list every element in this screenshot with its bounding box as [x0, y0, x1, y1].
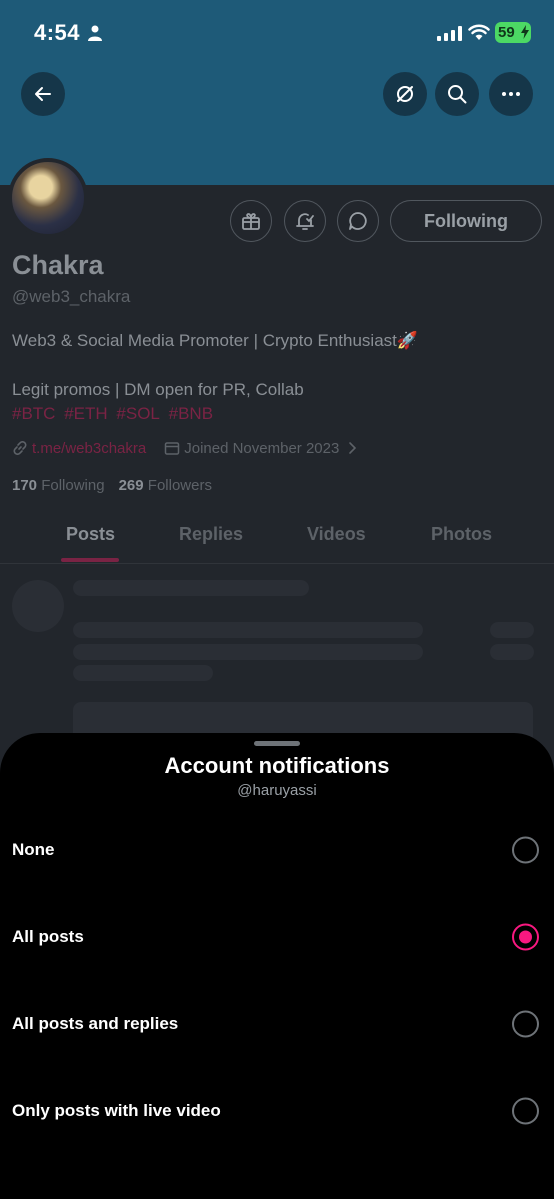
- follow-counts: 170 Following 269 Followers: [12, 477, 212, 494]
- radio-button[interactable]: [512, 836, 539, 863]
- profile-tabs: Posts Replies Videos Photos: [0, 510, 554, 564]
- option-label: All posts and replies: [12, 1013, 179, 1033]
- tab-replies[interactable]: Replies: [179, 524, 243, 545]
- notifications-button[interactable]: [284, 200, 326, 242]
- charging-bolt-icon: [521, 25, 529, 39]
- tab-photos[interactable]: Photos: [431, 524, 492, 545]
- more-button[interactable]: [489, 72, 533, 116]
- profile-meta: t.me/web3chakra Joined November 2023: [12, 438, 357, 458]
- loading-skeleton-avatar: [12, 580, 64, 632]
- hashtag-link[interactable]: #BTC: [12, 404, 55, 423]
- status-time: 4:54: [34, 20, 81, 45]
- radio-button[interactable]: [512, 1010, 539, 1037]
- message-button[interactable]: [337, 200, 379, 242]
- following-label: Following: [41, 477, 105, 494]
- back-arrow-icon: [35, 87, 51, 101]
- account-notifications-sheet: Account notifications @haruyassi None Al…: [0, 733, 554, 1199]
- followers-count: 269: [118, 477, 144, 494]
- option-all-posts[interactable]: All posts: [0, 893, 554, 980]
- active-tab-indicator: [61, 558, 119, 562]
- grok-icon: [397, 86, 413, 102]
- back-button[interactable]: [21, 72, 65, 116]
- hashtag-link[interactable]: #ETH: [64, 404, 107, 423]
- option-none[interactable]: None: [0, 806, 554, 893]
- sheet-grabber[interactable]: [254, 741, 300, 746]
- option-label: All posts: [12, 926, 84, 946]
- joined-date: Joined November 2023: [184, 439, 340, 457]
- sheet-subtitle: @haruyassi: [237, 782, 317, 799]
- gift-icon: [242, 213, 260, 230]
- option-live-video[interactable]: Only posts with live video: [0, 1067, 554, 1154]
- loading-skeleton-line: [73, 622, 423, 638]
- hashtag-link[interactable]: #SOL: [116, 404, 159, 423]
- bell-icon: [296, 213, 314, 230]
- tab-posts[interactable]: Posts: [66, 524, 115, 545]
- wifi-icon: [468, 24, 490, 40]
- loading-skeleton-line: [73, 580, 309, 596]
- option-label: Only posts with live video: [12, 1100, 221, 1120]
- profile-handle: @web3_chakra: [12, 287, 131, 306]
- profile-link[interactable]: t.me/web3chakra: [32, 440, 146, 457]
- more-icon: [502, 92, 520, 96]
- search-button[interactable]: [435, 72, 479, 116]
- followers-label: Followers: [147, 477, 212, 494]
- loading-skeleton-line: [73, 644, 423, 660]
- link-icon: [13, 441, 27, 455]
- bio-line-2: Legit promos | DM open for PR, Collab: [12, 380, 304, 399]
- sheet-title: Account notifications: [164, 753, 390, 778]
- display-name: Chakra: [12, 250, 104, 280]
- following-count-link[interactable]: 170 Following: [12, 477, 105, 494]
- message-icon: [349, 212, 367, 230]
- status-bar: 4:54 59: [0, 0, 554, 66]
- following-button[interactable]: Following: [390, 200, 542, 242]
- option-all-posts-and-replies[interactable]: All posts and replies: [0, 980, 554, 1067]
- bio-line-1: Web3 & Social Media Promoter | Crypto En…: [12, 331, 419, 350]
- calendar-icon: [164, 442, 180, 455]
- radio-button[interactable]: [512, 1097, 539, 1124]
- avatar[interactable]: [8, 158, 88, 238]
- loading-skeleton-line: [73, 665, 213, 681]
- tab-videos[interactable]: Videos: [307, 524, 366, 545]
- chevron-right-icon[interactable]: [347, 441, 357, 455]
- followers-count-link[interactable]: 269 Followers: [119, 477, 212, 494]
- radio-dot: [519, 930, 532, 943]
- person-icon: [88, 25, 102, 41]
- grok-button[interactable]: [383, 72, 427, 116]
- battery-level: 59: [498, 24, 515, 41]
- loading-skeleton-line: [490, 622, 534, 638]
- search-icon: [448, 85, 467, 104]
- bio-hashtags: #BTC #ETH #SOL #BNB: [12, 404, 217, 424]
- hashtag-link[interactable]: #BNB: [169, 404, 213, 423]
- gift-button[interactable]: [230, 200, 272, 242]
- radio-button-selected[interactable]: [512, 923, 539, 950]
- following-count: 170: [12, 477, 38, 494]
- loading-skeleton-line: [490, 644, 534, 660]
- battery-indicator: 59: [495, 22, 531, 43]
- signal-icon: [437, 26, 462, 41]
- option-label: None: [12, 839, 55, 859]
